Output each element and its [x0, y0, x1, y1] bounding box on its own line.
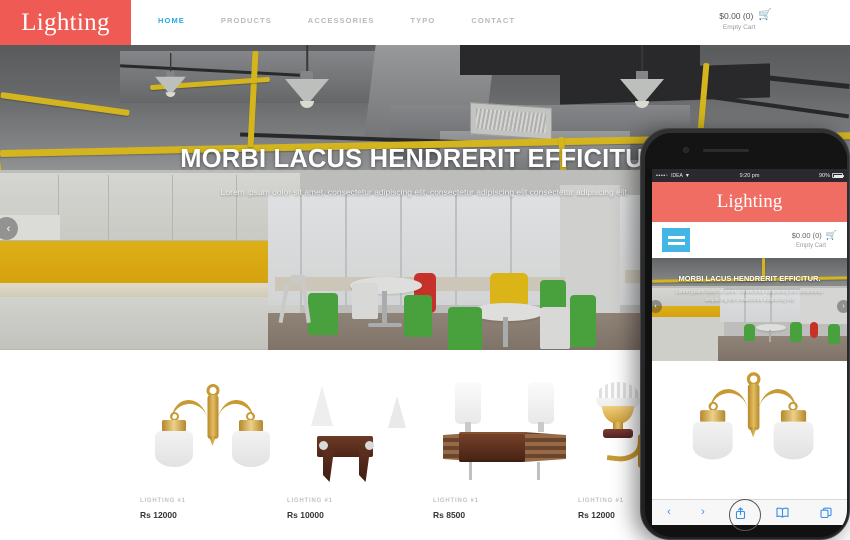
phone-cart-summary-row: $0.00 (0) 🛒: [792, 230, 837, 241]
phone-hero-carousel: MORBI LACUS HENDRERIT EFFICITUR. Lorem i…: [652, 258, 847, 361]
phone-mockup: ••••◦ IDEA ▾ 9:20 pm 90% Lighting $0.00 …: [640, 128, 850, 540]
phone-status-bar: ••••◦ IDEA ▾ 9:20 pm 90%: [652, 169, 847, 182]
nav-item-products[interactable]: PRODUCTS: [203, 16, 290, 25]
phone-cart-status: Empty Cart: [795, 243, 826, 249]
status-bar-time: 9:20 pm: [739, 172, 760, 179]
product-card-2[interactable]: LIGHTING #1 Rs 10000: [287, 350, 432, 540]
bookmarks-book-icon[interactable]: [776, 507, 790, 518]
nav-item-home[interactable]: HOME: [140, 16, 203, 25]
phone-product-card[interactable]: [652, 361, 847, 471]
product-name-1: LIGHTING #1: [140, 498, 186, 504]
cart-widget[interactable]: $0.00 (0) 🛒 Empty Cart: [719, 10, 772, 32]
product-price-4: Rs 12000: [578, 510, 615, 520]
cylinder-double-sconce-image: [433, 378, 578, 488]
earpiece-speaker: [703, 149, 749, 152]
product-card-3[interactable]: LIGHTING #1 Rs 8500: [433, 350, 578, 540]
phone-body: ••••◦ IDEA ▾ 9:20 pm 90% Lighting $0.00 …: [645, 133, 847, 537]
forward-chevron-icon[interactable]: ›: [701, 507, 705, 518]
cart-status: Empty Cart: [722, 24, 756, 31]
phone-header-bar: $0.00 (0) 🛒 Empty Cart: [652, 222, 847, 258]
nav-item-typo[interactable]: TYPO: [393, 16, 454, 25]
product-image-2[interactable]: [287, 378, 432, 488]
site-logo[interactable]: Lighting: [0, 0, 131, 45]
nav-item-contact[interactable]: CONTACT: [453, 16, 533, 25]
nav-item-accessories[interactable]: ACCESSORIES: [290, 16, 393, 25]
site-header: Lighting HOME PRODUCTS ACCESSORIES TYPO …: [0, 0, 850, 45]
phone-screen: ••••◦ IDEA ▾ 9:20 pm 90% Lighting $0.00 …: [652, 169, 847, 499]
product-price-1: Rs 12000: [140, 510, 177, 520]
brass-double-sconce-image: [677, 366, 829, 482]
main-navigation: HOME PRODUCTS ACCESSORIES TYPO CONTACT: [140, 16, 533, 25]
phone-site-logo-text: Lighting: [716, 191, 783, 212]
site-logo-text: Lighting: [21, 8, 110, 36]
cart-summary-row: $0.00 (0) 🛒: [719, 10, 772, 21]
tabs-icon[interactable]: [820, 507, 832, 519]
webpage-screenshot: Lighting HOME PRODUCTS ACCESSORIES TYPO …: [0, 0, 850, 540]
product-price-2: Rs 10000: [287, 510, 324, 520]
shopping-cart-icon[interactable]: 🛒: [758, 10, 772, 21]
home-button[interactable]: [729, 499, 761, 531]
cart-total: $0.00 (0): [719, 10, 754, 21]
battery-icon: [832, 173, 844, 178]
product-price-3: Rs 8500: [433, 510, 466, 520]
product-card-1[interactable]: LIGHTING #1 Rs 12000: [140, 350, 285, 540]
product-name-2: LIGHTING #1: [287, 498, 333, 504]
shopping-cart-icon[interactable]: 🛒: [826, 230, 837, 241]
phone-hero-title: MORBI LACUS HENDRERIT EFFICITUR.: [678, 274, 821, 283]
front-camera-icon: [683, 147, 689, 153]
phone-cart-widget[interactable]: $0.00 (0) 🛒 Empty Cart: [792, 230, 837, 249]
back-chevron-icon[interactable]: ‹: [667, 507, 671, 518]
hamburger-menu-icon[interactable]: [662, 228, 690, 252]
phone-carousel-next-arrow-icon[interactable]: ›: [837, 300, 847, 313]
product-name-3: LIGHTING #1: [433, 498, 479, 504]
product-image-1[interactable]: [140, 378, 285, 488]
product-name-4: LIGHTING #1: [578, 498, 624, 504]
phone-hero-subtitle: Lorem ipsum dolor sit amet, consectetur …: [675, 289, 824, 303]
wood-double-sconce-image: [287, 378, 432, 488]
phone-hero-caption: MORBI LACUS HENDRERIT EFFICITUR. Lorem i…: [652, 274, 847, 304]
brass-double-sconce-image: [140, 378, 285, 488]
phone-site-logo[interactable]: Lighting: [652, 182, 847, 222]
phone-top-bezel: [645, 133, 847, 169]
product-image-3[interactable]: [433, 378, 578, 488]
hero-subtitle: Lorem ipsum dolor sit amet, consectetur …: [220, 187, 630, 197]
phone-cart-total: $0.00 (0): [791, 231, 822, 240]
